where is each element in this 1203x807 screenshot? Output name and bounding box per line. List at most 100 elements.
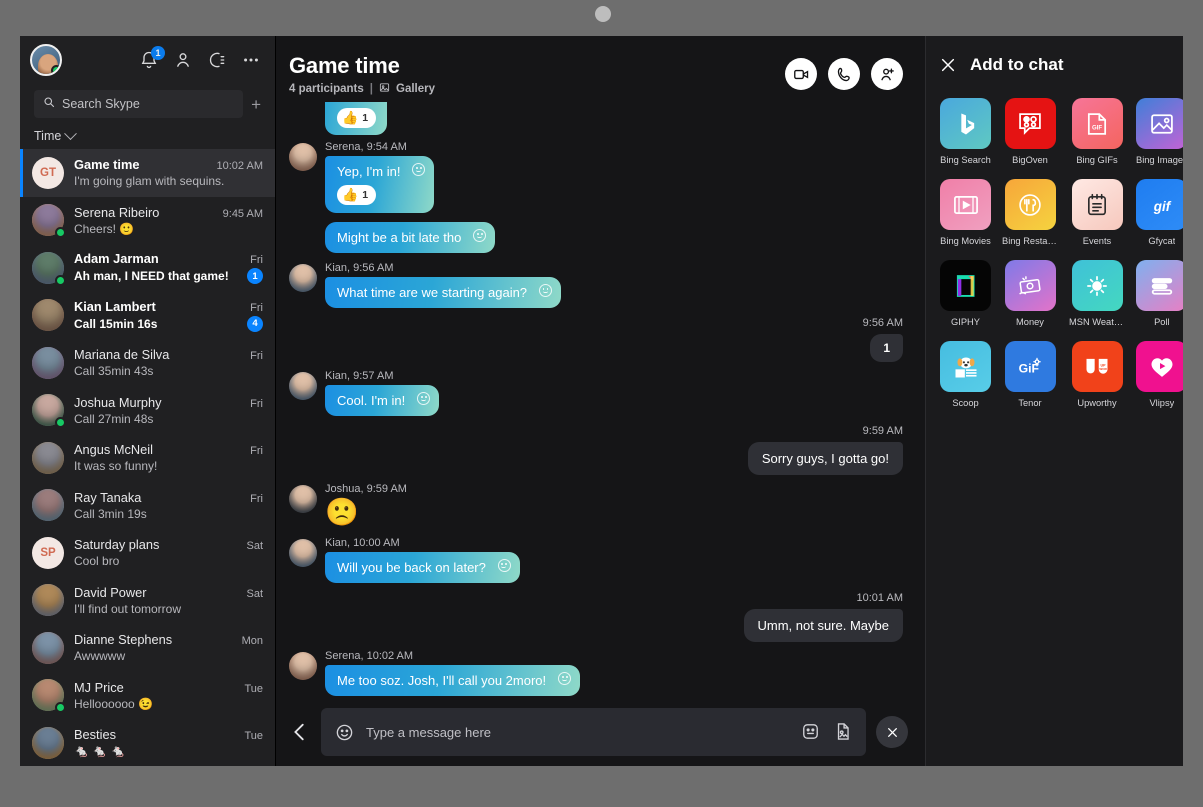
app-tile-label: Bing GIFs bbox=[1076, 155, 1118, 165]
chat-list-item[interactable]: David Power Sat I'll find out tomorrow bbox=[20, 577, 275, 625]
app-tile-label: Bing Search bbox=[940, 155, 991, 165]
chat-list-item[interactable]: Besties Tue 🐁 🐁 🐁 bbox=[20, 719, 275, 766]
chat-item-name: Joshua Murphy bbox=[74, 394, 162, 410]
outgoing-message: 10:01 AM Umm, not sure. Maybe bbox=[289, 592, 903, 642]
image-attachment-icon[interactable] bbox=[833, 722, 852, 742]
app-tile-giphy[interactable]: GIPHY bbox=[940, 260, 991, 327]
chat-header: Game time 4 participants | Gallery bbox=[276, 36, 925, 102]
chat-item-time: 10:02 AM bbox=[216, 160, 263, 173]
search-box[interactable] bbox=[34, 90, 244, 118]
avatar bbox=[32, 299, 64, 332]
sidebar: 1 Search Skype + Time GT Game time 10:02… bbox=[20, 36, 276, 766]
chat-list-item[interactable]: Serena Ribeiro 9:45 AM Cheers! 🙂 bbox=[20, 197, 275, 245]
app-tile-gfycat[interactable]: gif Gfycat bbox=[1136, 179, 1183, 246]
camera-dot bbox=[595, 6, 611, 22]
message-list[interactable]: 👍 1 Serena, 9:54 AM Yep, I'm in! 👍 1 Might be … bbox=[276, 102, 925, 702]
time-filter[interactable]: Time bbox=[20, 122, 275, 149]
chat-list-item[interactable]: Adam Jarman Fri Ah man, I NEED that game! 1 bbox=[20, 244, 275, 292]
message-bubble-incoming[interactable]: Me too soz. Josh, I'll call you 2moro! bbox=[325, 665, 581, 696]
app-tile-bing-images[interactable]: Bing Images bbox=[1136, 98, 1183, 165]
avatar[interactable] bbox=[30, 44, 62, 76]
message-bubble-outgoing[interactable]: 1 bbox=[870, 334, 903, 362]
add-reaction-icon[interactable] bbox=[497, 559, 511, 572]
notifications-bell-icon[interactable]: 1 bbox=[139, 46, 165, 70]
message-bubble-partial[interactable]: 👍 1 bbox=[325, 102, 387, 135]
message-bubble-incoming[interactable]: Will you be back on later? bbox=[325, 552, 520, 583]
bigoven-icon bbox=[1004, 98, 1056, 149]
app-tile-bing-search[interactable]: Bing Search bbox=[940, 98, 991, 165]
add-people-button[interactable] bbox=[871, 58, 903, 90]
message-emoji[interactable]: 🙁 bbox=[325, 499, 359, 526]
add-reaction-icon[interactable] bbox=[539, 284, 553, 297]
message-composer[interactable] bbox=[321, 708, 866, 756]
avatar bbox=[32, 204, 66, 239]
more-options-icon[interactable] bbox=[241, 50, 261, 70]
app-tile-label: MSN Weather bbox=[1069, 317, 1125, 327]
add-reaction-icon[interactable] bbox=[412, 163, 426, 176]
chat-list-item[interactable]: GT Game time 10:02 AM I'm going glam with s… bbox=[20, 149, 275, 197]
app-tile-poll[interactable]: Poll bbox=[1136, 260, 1183, 327]
chat-main: Game time 4 participants | Gallery 👍 1 S… bbox=[276, 36, 925, 766]
message-bubble-outgoing[interactable]: Sorry guys, I gotta go! bbox=[747, 442, 903, 475]
chat-list-item[interactable]: Angus McNeil Fri It was so funny! bbox=[20, 434, 275, 482]
video-call-button[interactable] bbox=[785, 58, 817, 90]
close-panel-button[interactable] bbox=[876, 716, 908, 748]
contacts-person-icon[interactable] bbox=[173, 50, 193, 70]
chat-list-item[interactable]: MJ Price Tue Helloooooo 😉 bbox=[20, 672, 275, 720]
app-tile-events[interactable]: Events bbox=[1069, 179, 1125, 246]
message-bubble-incoming[interactable]: Cool. I'm in! bbox=[325, 385, 440, 416]
message-time: 9:56 AM bbox=[862, 317, 903, 329]
chat-list-item[interactable]: Ray Tanaka Fri Call 3min 19s bbox=[20, 482, 275, 530]
add-reaction-icon[interactable] bbox=[558, 672, 572, 685]
message-bubble-incoming[interactable]: Yep, I'm in! 👍 1 bbox=[325, 156, 435, 213]
emoji-icon[interactable] bbox=[335, 723, 354, 742]
chat-item-preview: Awwwww bbox=[74, 649, 126, 664]
svg-text:WOR: WOR bbox=[1099, 367, 1107, 371]
message-bubble-outgoing[interactable]: Umm, not sure. Maybe bbox=[743, 609, 903, 642]
chat-list-item[interactable]: Kian Lambert Fri Call 15min 16s 4 bbox=[20, 292, 275, 340]
search-input[interactable] bbox=[62, 97, 235, 111]
sticker-icon[interactable] bbox=[801, 722, 820, 742]
chat-item-time: Fri bbox=[250, 445, 263, 458]
avatar bbox=[32, 726, 64, 759]
new-chat-button[interactable]: + bbox=[251, 96, 261, 113]
skype-window: 1 Search Skype + Time GT Game time 10:02… bbox=[20, 36, 1183, 766]
app-tile-label: Tenor bbox=[1018, 398, 1042, 408]
app-tile-money[interactable]: Money bbox=[1002, 260, 1058, 327]
gallery-link[interactable]: Gallery bbox=[396, 83, 435, 95]
chat-item-preview: Cheers! 🙂 bbox=[74, 221, 135, 236]
avatar bbox=[32, 679, 66, 714]
chat-item-time: Mon bbox=[241, 635, 263, 648]
chat-list-item[interactable]: Joshua Murphy Fri Call 27min 48s bbox=[20, 387, 275, 435]
status-moon-icon[interactable] bbox=[207, 50, 227, 70]
app-tile-bing-movies[interactable]: Bing Movies bbox=[940, 179, 991, 246]
chevron-down-icon bbox=[64, 126, 78, 140]
app-tile-label: Upworthy bbox=[1077, 398, 1117, 408]
chat-list-item[interactable]: Mariana de Silva Fri Call 35min 43s bbox=[20, 339, 275, 387]
message-bubble-incoming[interactable]: What time are we starting again? bbox=[325, 277, 562, 308]
reaction-chip[interactable]: 👍 1 bbox=[337, 108, 377, 128]
message-bubble-incoming[interactable]: Might be a bit late tho bbox=[325, 222, 496, 253]
add-reaction-icon[interactable] bbox=[417, 392, 431, 405]
participants-count[interactable]: 4 participants bbox=[289, 83, 364, 95]
chat-list-item[interactable]: Dianne Stephens Mon Awwwww bbox=[20, 624, 275, 672]
app-tile-vlipsy[interactable]: Vlipsy bbox=[1136, 341, 1183, 408]
audio-call-button[interactable] bbox=[828, 58, 860, 90]
message-input[interactable] bbox=[366, 724, 789, 740]
bell-badge: 1 bbox=[151, 46, 165, 60]
app-tile-bing-gifs[interactable]: GIF Bing GIFs bbox=[1069, 98, 1125, 165]
add-panel-header: Add to chat bbox=[940, 36, 1169, 80]
add-reaction-icon[interactable] bbox=[473, 229, 487, 242]
chat-item-name: David Power bbox=[74, 584, 147, 600]
app-tile-bing-restaur[interactable]: Bing Restaur... bbox=[1002, 179, 1058, 246]
chat-list-item[interactable]: SP Saturday plans Sat Cool bro bbox=[20, 529, 275, 577]
app-tile-upworthy[interactable]: UP WOR Upworthy bbox=[1069, 341, 1125, 408]
back-chevron-icon[interactable] bbox=[289, 721, 311, 743]
app-tile-scoop[interactable]: Scoop bbox=[940, 341, 991, 408]
close-icon[interactable] bbox=[940, 57, 956, 73]
message-text: Cool. I'm in! bbox=[337, 393, 406, 408]
app-tile-msn-weather[interactable]: MSN Weather bbox=[1069, 260, 1125, 327]
app-tile-tenor[interactable]: GiF Tenor bbox=[1002, 341, 1058, 408]
reaction-chip[interactable]: 👍 1 bbox=[337, 185, 377, 205]
app-tile-bigoven[interactable]: BigOven bbox=[1002, 98, 1058, 165]
